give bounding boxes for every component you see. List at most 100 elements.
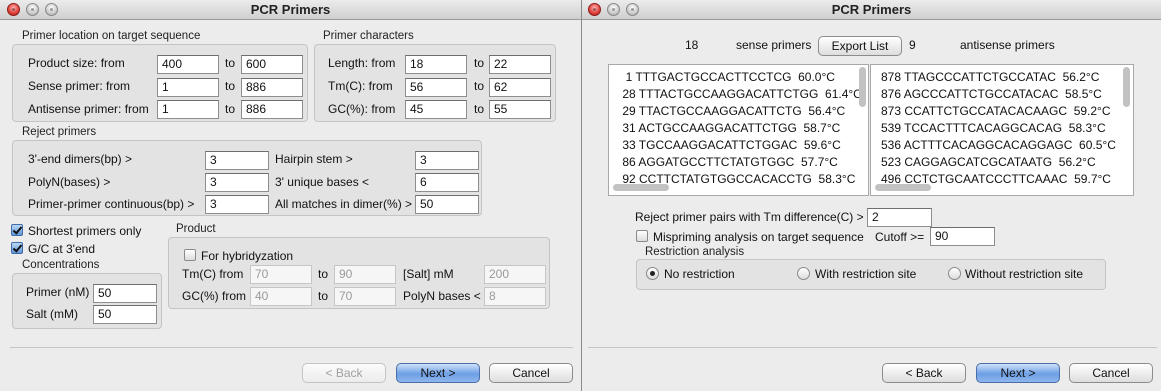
continuous-field[interactable]: 3 (205, 195, 269, 214)
hairpin-label: Hairpin stem > (275, 152, 353, 166)
salt-mm-field[interactable]: 200 (484, 265, 546, 284)
continuous-label: Primer-primer continuous(bp) > (28, 197, 195, 211)
list-item[interactable]: 539 TCCACTTTCACAGGCACAG 58.3°C (881, 120, 1106, 136)
product-gc-to-field[interactable]: 70 (334, 287, 396, 306)
list-item[interactable]: 873 CCATTCTGCCATACACAAGC 59.2°C (881, 103, 1111, 119)
primer-conc-label: Primer (nM) (26, 285, 90, 299)
list-item[interactable]: 28 TTTACTGCCAAGGACATTCTGG 61.4°C (619, 86, 862, 102)
back-button[interactable]: < Back (302, 363, 386, 383)
antisense-to-field[interactable]: 886 (241, 100, 303, 119)
mispriming-checkbox[interactable] (636, 230, 648, 242)
cutoff-label: Cutoff >= (875, 230, 925, 244)
reject-tm-label: Reject primer pairs with Tm difference(C… (635, 210, 864, 224)
product-size-to-field[interactable]: 600 (241, 55, 303, 74)
gc-end-checkbox[interactable] (11, 242, 23, 254)
sense-primer-list[interactable]: 1 TTTGACTGCCACTTCCTCG 60.0°C 28 TTTACTGC… (608, 64, 869, 196)
left-window: PCR Primers Primer location on target se… (0, 0, 581, 391)
gc-to-field[interactable]: 55 (489, 100, 551, 119)
antisense-count: 9 (909, 38, 916, 52)
to-label: to (225, 102, 236, 116)
sense-from-field[interactable]: 1 (157, 78, 219, 97)
antisense-list-vscroll[interactable] (1123, 67, 1130, 107)
hybridization-label: For hybridyzation (201, 249, 294, 263)
back-button[interactable]: < Back (882, 363, 966, 383)
to-label: to (474, 56, 485, 70)
list-item[interactable]: 878 TTAGCCCATTCTGCCATAC 56.2°C (881, 69, 1099, 85)
product-gc-from-field[interactable]: 40 (250, 287, 312, 306)
antisense-list-hscroll[interactable] (875, 184, 931, 191)
list-item[interactable]: 876 AGCCCATTCTGCCATACAC 58.5°C (881, 86, 1102, 102)
list-item[interactable]: 523 CAGGAGCATCGCATAATG 56.2°C (881, 154, 1096, 170)
characters-group-label: Primer characters (323, 30, 414, 42)
next-button[interactable]: Next > (976, 363, 1060, 383)
hybridization-checkbox[interactable] (184, 249, 196, 261)
product-tm-label: Tm(C) from (182, 267, 244, 281)
to-label: to (474, 79, 485, 93)
tm-to-field[interactable]: 62 (489, 78, 551, 97)
polyn-field[interactable]: 3 (205, 173, 269, 192)
salt-conc-label: Salt (mM) (26, 307, 78, 321)
reject-group-label: Reject primers (22, 126, 97, 138)
reject-tm-field[interactable]: 2 (867, 208, 932, 227)
tm-label: Tm(C): from (328, 79, 393, 93)
product-gc-label: GC(%) from (182, 289, 246, 303)
list-item[interactable]: 33 TGCCAAGGACATTCTGGAC 59.6°C (619, 137, 840, 153)
gc-end-label: G/C at 3'end (28, 242, 95, 256)
shortest-primers-label: Shortest primers only (28, 224, 142, 238)
to-label: to (474, 102, 485, 116)
cancel-button[interactable]: Cancel (1069, 363, 1153, 383)
length-to-field[interactable]: 22 (489, 55, 551, 74)
antisense-from-field[interactable]: 1 (157, 100, 219, 119)
salt-mm-label: [Salt] mM (403, 267, 454, 281)
without-restriction-radio[interactable] (948, 267, 961, 280)
concentrations-group-label: Concentrations (22, 259, 100, 271)
list-item[interactable]: 31 ACTGCCAAGGACATTCTGG 58.7°C (619, 120, 840, 136)
length-from-field[interactable]: 18 (405, 55, 467, 74)
to-label: to (318, 289, 329, 303)
list-item[interactable]: 536 ACTTTCACAGGCACAGGAGC 60.5°C (881, 137, 1116, 153)
matches-label: All matches in dimer(%) > (275, 197, 413, 211)
product-group-label: Product (176, 223, 216, 235)
primer-conc-field[interactable]: 50 (93, 284, 157, 303)
left-titlebar: PCR Primers (0, 0, 581, 20)
sense-to-field[interactable]: 886 (241, 78, 303, 97)
polyn-bases-field[interactable]: 8 (484, 287, 546, 306)
hairpin-field[interactable]: 3 (415, 151, 479, 170)
export-list-button[interactable]: Export List (818, 36, 902, 56)
sense-primers-label: sense primers (736, 38, 812, 52)
unique-bases-field[interactable]: 6 (415, 173, 479, 192)
cutoff-field[interactable]: 90 (930, 227, 995, 246)
cancel-button[interactable]: Cancel (489, 363, 573, 383)
tm-from-field[interactable]: 56 (405, 78, 467, 97)
matches-field[interactable]: 50 (415, 195, 479, 214)
right-window: PCR Primers 18 sense primers Export List… (582, 0, 1161, 391)
with-restriction-radio[interactable] (797, 267, 810, 280)
salt-conc-field[interactable]: 50 (93, 305, 157, 324)
product-tm-to-field[interactable]: 90 (334, 265, 396, 284)
to-label: to (225, 79, 236, 93)
separator (10, 347, 573, 348)
unique-bases-label: 3' unique bases < (275, 175, 370, 189)
product-size-label: Product size: from (28, 56, 125, 70)
next-button[interactable]: Next > (396, 363, 480, 383)
polyn-bases-label: PolyN bases < (403, 289, 481, 303)
to-label: to (225, 56, 236, 70)
no-restriction-radio[interactable] (646, 267, 659, 280)
sense-list-vscroll[interactable] (859, 67, 866, 107)
list-item[interactable]: 1 TTTGACTGCCACTTCCTCG 60.0°C (619, 69, 835, 85)
gc-label: GC(%): from (328, 102, 396, 116)
right-titlebar: PCR Primers (582, 0, 1161, 20)
shortest-primers-checkbox[interactable] (11, 224, 23, 236)
product-tm-from-field[interactable]: 70 (250, 265, 312, 284)
product-size-from-field[interactable]: 400 (157, 55, 219, 74)
list-item[interactable]: 86 AGGATGCCTTCTATGTGGC 57.7°C (619, 154, 838, 170)
sense-primer-label: Sense primer: from (28, 79, 131, 93)
window-title: PCR Primers (831, 2, 912, 17)
end-dimers-label: 3'-end dimers(bp) > (28, 152, 133, 166)
list-item[interactable]: 29 TTACTGCCAAGGACATTCTG 56.4°C (619, 103, 845, 119)
sense-list-hscroll[interactable] (613, 184, 669, 191)
antisense-primer-list[interactable]: 878 TTAGCCCATTCTGCCATAC 56.2°C 876 AGCCCA… (870, 64, 1134, 196)
no-restriction-label: No restriction (664, 267, 735, 281)
end-dimers-field[interactable]: 3 (205, 151, 269, 170)
gc-from-field[interactable]: 45 (405, 100, 467, 119)
